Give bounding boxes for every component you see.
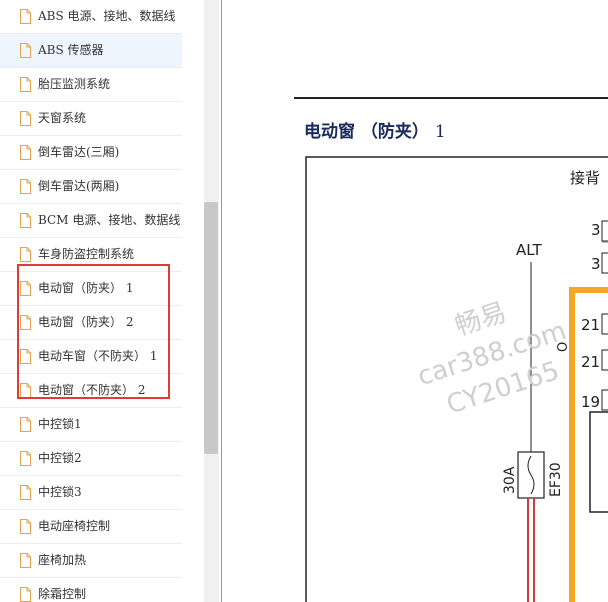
sidebar-item[interactable]: 倒车雷达(三厢) [0,136,182,170]
sidebar-item-label: 座椅加热 [38,553,87,567]
sidebar-item[interactable]: 电动窗（防夹） 2 [0,306,182,340]
pin-label: 3 [591,221,601,239]
document-icon [20,111,31,126]
document-icon [20,213,31,228]
pin-label: 19 [581,393,600,411]
document-icon [20,383,31,398]
sidebar-item[interactable]: 除霜控制 [0,578,182,602]
pin-box [601,389,608,411]
pin-label: 3 [591,255,601,273]
sidebar-scrollbar-thumb[interactable] [204,202,218,454]
module-block [589,411,608,513]
sidebar-item[interactable]: 天窗系统 [0,102,182,136]
document-viewer: 电动窗 （防夹） 1 接背 ALT O 30A EF30 3 3 21 21 19… [222,0,608,602]
fuse-rating: 30A [502,466,518,494]
document-icon [20,179,31,194]
sidebar-item-label: 车身防盗控制系统 [38,247,135,261]
document-icon [20,315,31,330]
document-icon [20,587,31,602]
document-icon [20,349,31,364]
sidebar-item[interactable]: 中控锁1 [0,408,182,442]
sidebar-item[interactable]: 倒车雷达(两厢) [0,170,182,204]
sidebar-item-label: 除霜控制 [38,587,87,601]
sidebar-item-label: 中控锁2 [38,451,82,465]
document-icon [20,553,31,568]
top-label: 接背 [570,169,600,187]
sidebar-item-label: 胎压监测系统 [38,77,111,91]
sidebar-item-label: 天窗系统 [38,111,87,125]
sidebar-item[interactable]: 电动窗（不防夹） 2 [0,374,182,408]
sidebar-item-label: 电动窗（防夹） 2 [38,315,134,329]
sidebar-item[interactable]: 电动车窗（不防夹） 1 [0,340,182,374]
document-icon [20,43,31,58]
sidebar-item-label: BCM 电源、接地、数据线 [38,213,181,227]
sidebar-item-label: ABS 传感器 [38,43,104,57]
sidebar-item[interactable]: 电动座椅控制 [0,510,182,544]
sidebar-item[interactable]: ABS 电源、接地、数据线 [0,0,182,34]
sidebar-item[interactable]: 车身防盗控制系统 [0,238,182,272]
fuse-id: EF30 [548,462,564,497]
sidebar-item-label: ABS 电源、接地、数据线 [38,9,176,23]
sidebar-item-label: 中控锁3 [38,485,82,499]
document-icon [20,247,31,262]
sidebar-item[interactable]: 胎压监测系统 [0,68,182,102]
pin-box [601,252,608,274]
sidebar-item[interactable]: 座椅加热 [0,544,182,578]
pin-box [601,220,608,242]
document-icon [20,145,31,160]
document-icon [20,417,31,432]
sidebar-item-label: 中控锁1 [38,417,82,431]
sidebar-item[interactable]: ABS 传感器 [0,34,182,68]
sidebar-item[interactable]: 中控锁3 [0,476,182,510]
sidebar-item-label: 倒车雷达(三厢) [38,145,120,159]
sidebar-tree: ABS 电源、接地、数据线 ABS 传感器 胎压监测系统 天窗系统 倒车雷达(三… [0,0,204,602]
sidebar-item-label: 电动车窗（不防夹） 1 [38,349,158,363]
document-icon [20,9,31,24]
sidebar-item-label: 电动窗（不防夹） 2 [38,383,146,397]
document-icon [20,485,31,500]
sidebar-item-label: 电动座椅控制 [38,519,111,533]
alt-label: ALT [516,241,543,259]
sidebar-item-label: 倒车雷达(两厢) [38,179,120,193]
document-icon [20,281,31,296]
sidebar-item[interactable]: 电动窗（防夹） 1 [0,272,182,306]
document-icon [20,519,31,534]
sidebar-item[interactable]: BCM 电源、接地、数据线 [0,204,182,238]
document-icon [20,451,31,466]
document-icon [20,77,31,92]
sidebar-item-label: 电动窗（防夹） 1 [38,281,134,295]
sidebar-item[interactable]: 中控锁2 [0,442,182,476]
